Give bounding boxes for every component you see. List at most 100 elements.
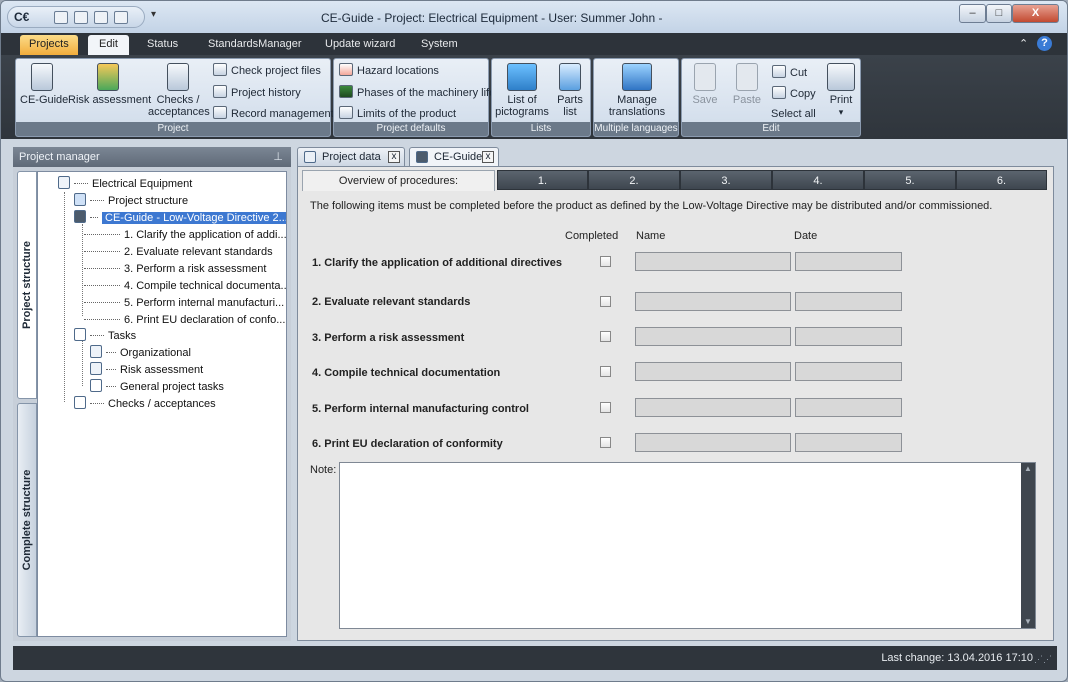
home-icon[interactable] [54, 11, 68, 24]
tab-step-5[interactable]: 5. [864, 170, 956, 190]
completed-checkbox-5[interactable] [600, 402, 611, 413]
date-field-4[interactable] [795, 362, 902, 381]
tree-node-step[interactable]: 3. Perform a risk assessment [84, 261, 266, 277]
close-button[interactable]: X [1012, 4, 1059, 23]
note-label: Note: [310, 464, 337, 476]
intro-text: The following items must be completed be… [310, 200, 993, 212]
check-project-files-button[interactable]: Check project files [213, 63, 321, 78]
ribbon-group-label: Project [16, 122, 330, 136]
completed-checkbox-2[interactable] [600, 296, 611, 307]
close-tab-icon[interactable]: x [388, 151, 400, 163]
completed-checkbox-1[interactable] [600, 256, 611, 267]
hazard-locations-button[interactable]: Hazard locations [339, 63, 439, 78]
tab-projects[interactable]: Projects [20, 35, 78, 55]
completed-checkbox-6[interactable] [600, 437, 611, 448]
step-label-1: 1. Clarify the application of additional… [312, 257, 562, 269]
tab-complete-structure[interactable]: Complete structure [17, 403, 37, 637]
name-field-3[interactable] [635, 327, 791, 346]
record-management-button[interactable]: Record management [213, 106, 334, 121]
project-manager-header: Project manager ⊥ [13, 147, 291, 167]
phases-icon [339, 85, 353, 98]
name-field-1[interactable] [635, 252, 791, 271]
close-tab-icon[interactable]: x [482, 151, 494, 163]
note-scrollbar[interactable]: ▲ ▼ [1021, 463, 1035, 628]
tab-update-wizard[interactable]: Update wizard [316, 35, 404, 55]
minimize-button[interactable]: – [959, 4, 986, 23]
print-dropdown-icon[interactable]: ▾ [839, 107, 844, 117]
tree-node-step[interactable]: 5. Perform internal manufacturi... [84, 295, 284, 311]
tree-node-checks[interactable]: Checks / acceptances [74, 396, 216, 412]
tab-step-4[interactable]: 4. [772, 170, 864, 190]
scroll-up-icon[interactable]: ▲ [1021, 463, 1035, 475]
tab-step-2[interactable]: 2. [588, 170, 680, 190]
date-field-3[interactable] [795, 327, 902, 346]
tab-overview[interactable]: Overview of procedures: [302, 170, 495, 191]
tab-status[interactable]: Status [138, 35, 187, 55]
tree-node-task[interactable]: Organizational [90, 345, 191, 361]
collapse-ribbon-icon[interactable]: ⌃ [1019, 37, 1028, 50]
tree-node-step[interactable]: 6. Print EU declaration of confo... [84, 312, 285, 328]
date-field-6[interactable] [795, 433, 902, 452]
tree-node-step[interactable]: 1. Clarify the application of addi... [84, 227, 286, 243]
print-button[interactable]: Print ▾ [824, 63, 858, 118]
machinery-phases-button[interactable]: Phases of the machinery life [339, 85, 495, 100]
parts-icon [559, 63, 581, 91]
checks-acceptances-button[interactable]: Checks / acceptances [148, 63, 210, 118]
date-field-1[interactable] [795, 252, 902, 271]
tree-node-tasks[interactable]: Tasks [74, 328, 136, 344]
name-field-2[interactable] [635, 292, 791, 311]
tasks-icon [74, 328, 86, 341]
tree-node-ce-guide[interactable]: CE-Guide - Low-Voltage Directive 2... [74, 210, 286, 226]
help-icon[interactable]: ? [1037, 36, 1052, 51]
print-preview-icon[interactable] [114, 11, 128, 24]
tree-node-project-structure[interactable]: Project structure [74, 193, 188, 209]
tab-step-1[interactable]: 1. [497, 170, 588, 190]
tab-step-3[interactable]: 3. [680, 170, 772, 190]
maximize-button[interactable]: □ [986, 4, 1012, 23]
manage-translations-button[interactable]: Manage translations [600, 63, 674, 118]
general-tasks-icon [90, 379, 102, 392]
paste-button[interactable]: Paste [728, 63, 766, 106]
tab-edit[interactable]: Edit [88, 35, 129, 55]
ce-guide-button[interactable]: CE-Guide [20, 63, 68, 106]
ribbon: CE-Guide Risk assessment Checks / accept… [1, 55, 1067, 139]
column-date: Date [794, 230, 818, 242]
risk-assessment-button[interactable]: Risk assessment [68, 63, 151, 106]
list-of-pictograms-button[interactable]: List of pictograms [495, 63, 549, 118]
qat-dropdown-icon[interactable]: ▾ [151, 9, 156, 20]
pin-icon[interactable]: ⊥ [273, 147, 283, 167]
resize-grip-icon[interactable]: ⋰⋰ [1034, 654, 1052, 665]
tree-node-root[interactable]: Electrical Equipment [58, 176, 192, 192]
save-button[interactable]: Save [686, 63, 724, 106]
copy-button[interactable]: Copy [772, 86, 816, 101]
date-field-5[interactable] [795, 398, 902, 417]
tab-project-structure[interactable]: Project structure [17, 171, 37, 399]
name-field-6[interactable] [635, 433, 791, 452]
parts-list-button[interactable]: Parts list [552, 63, 588, 118]
limits-icon [339, 106, 353, 119]
completed-checkbox-4[interactable] [600, 366, 611, 377]
tree-node-task[interactable]: Risk assessment [90, 362, 203, 378]
tab-system[interactable]: System [412, 35, 467, 55]
app-logo: C€ [14, 10, 30, 24]
save-icon[interactable] [74, 11, 88, 24]
scroll-down-icon[interactable]: ▼ [1021, 616, 1035, 628]
tab-standards-manager[interactable]: StandardsManager [199, 35, 311, 55]
completed-checkbox-3[interactable] [600, 331, 611, 342]
cut-button[interactable]: Cut [772, 65, 807, 80]
doc-tab-ce-guide[interactable]: CE-Guide x [409, 147, 499, 166]
name-field-4[interactable] [635, 362, 791, 381]
window-title: CE-Guide - Project: Electrical Equipment… [321, 11, 663, 25]
name-field-5[interactable] [635, 398, 791, 417]
date-field-2[interactable] [795, 292, 902, 311]
product-limits-button[interactable]: Limits of the product [339, 106, 456, 121]
tree-node-step[interactable]: 4. Compile technical documenta... [84, 278, 286, 294]
select-all-button[interactable]: Select all [771, 107, 816, 121]
print-icon[interactable] [94, 11, 108, 24]
note-textarea[interactable]: ▲ ▼ [339, 462, 1036, 629]
tree-node-step[interactable]: 2. Evaluate relevant standards [84, 244, 273, 260]
tree-node-task[interactable]: General project tasks [90, 379, 224, 395]
project-history-button[interactable]: Project history [213, 85, 301, 100]
tab-step-6[interactable]: 6. [956, 170, 1047, 190]
doc-tab-project-data[interactable]: Project data x [297, 147, 405, 166]
